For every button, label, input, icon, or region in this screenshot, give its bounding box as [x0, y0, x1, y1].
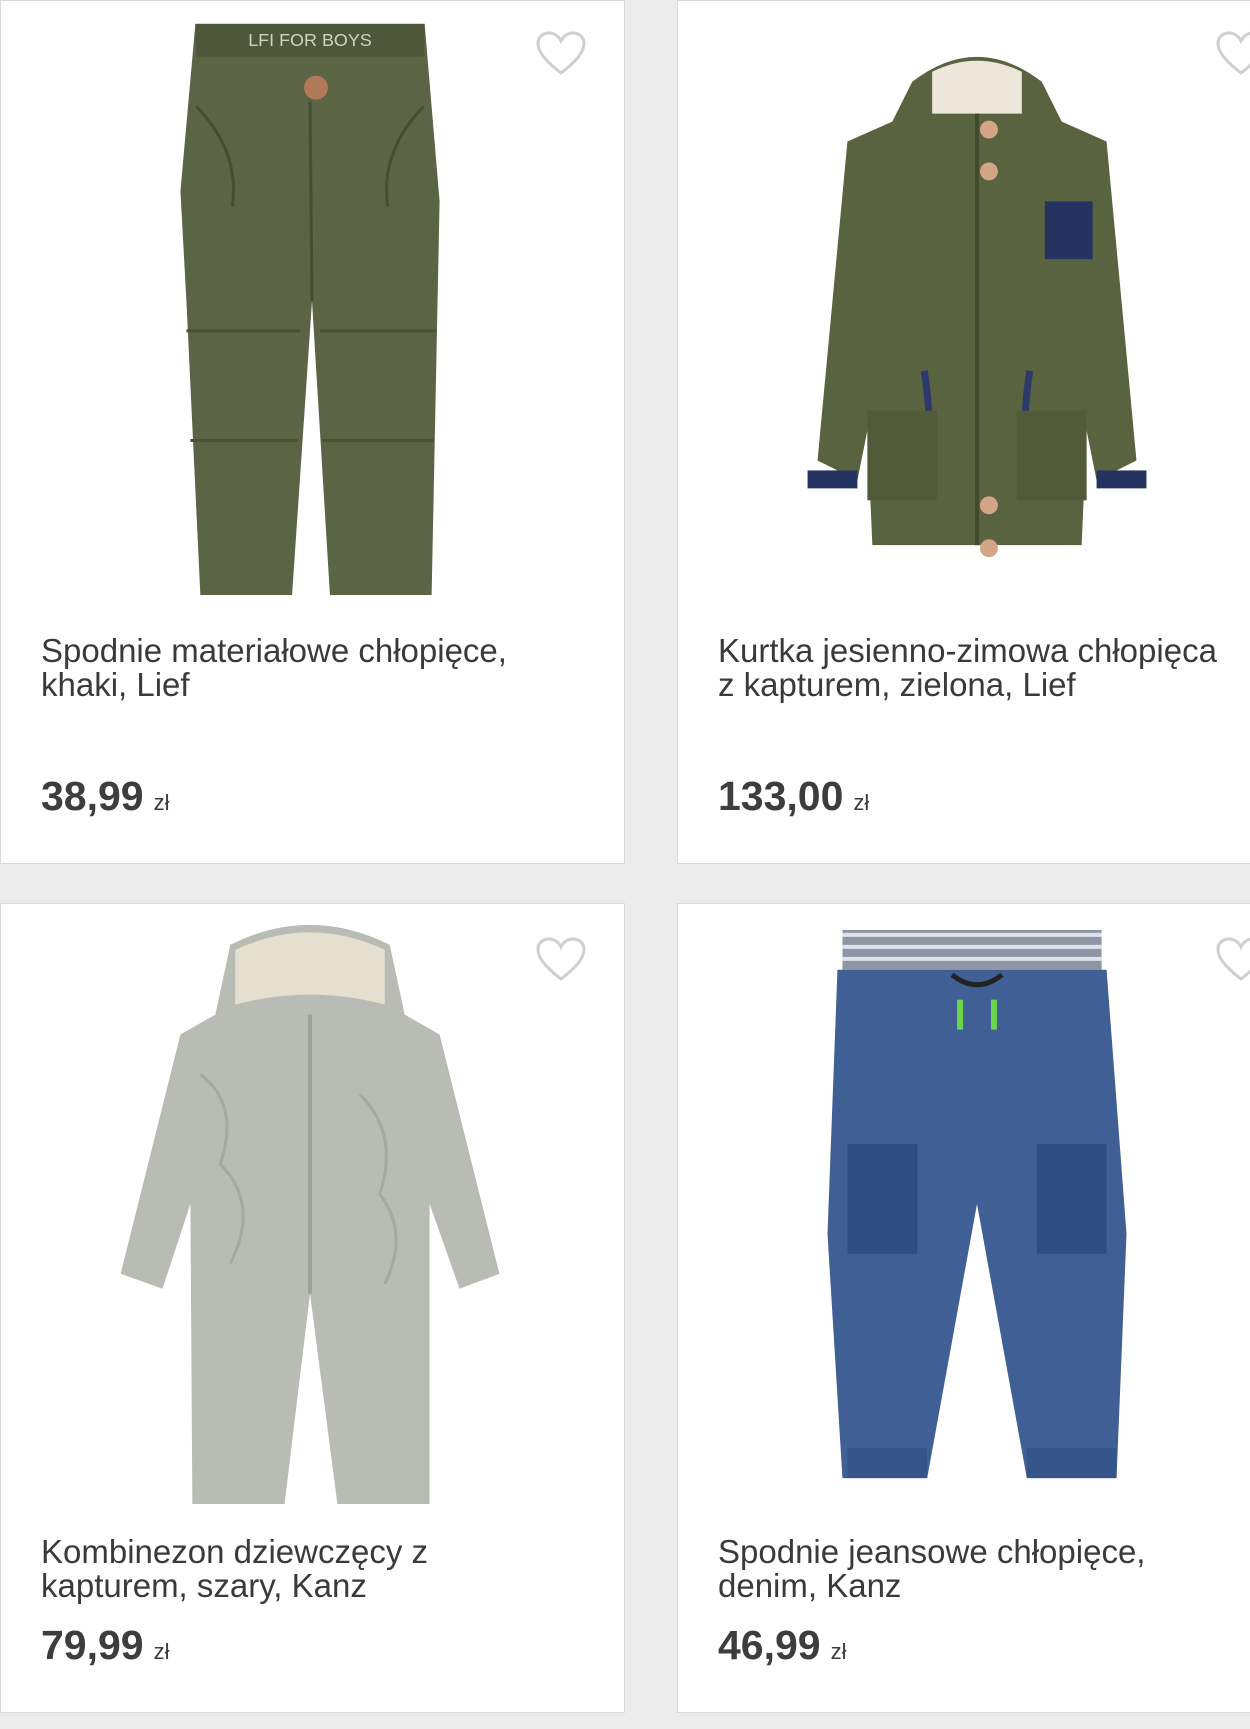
product-title-line: z kapturem, zielona, Lief [718, 666, 1076, 703]
product-title[interactable]: Kombinezon dziewczęcy z kapturem, szary,… [41, 1535, 614, 1603]
grey-hooded-jumpsuit-image[interactable] [1, 904, 624, 1504]
product-price: 133,00 zł [718, 773, 869, 820]
product-price: 46,99 zł [718, 1622, 847, 1669]
product-card[interactable]: Kurtka jesienno-zimowa chłopięca z kaptu… [677, 0, 1250, 864]
heart-outline-icon[interactable] [1215, 937, 1250, 983]
product-title[interactable]: Kurtka jesienno-zimowa chłopięca z kaptu… [718, 634, 1250, 702]
price-currency: zł [853, 790, 870, 815]
product-price: 38,99 zł [41, 773, 170, 820]
product-card[interactable]: LFI FOR BOYS Spodnie materiałowe chłopię… [0, 0, 625, 864]
product-title-line: Kurtka jesienno-zimowa chłopięca [718, 632, 1217, 669]
product-title-line: Spodnie jeansowe chłopięce, [718, 1533, 1146, 1570]
price-amount: 46,99 [718, 1622, 821, 1668]
price-currency: zł [153, 790, 170, 815]
product-title-line: denim, Kanz [718, 1567, 902, 1604]
product-card[interactable]: Kombinezon dziewczęcy z kapturem, szary,… [0, 903, 625, 1713]
denim-cargo-jeans-image[interactable] [678, 904, 1250, 1504]
product-card[interactable]: Spodnie jeansowe chłopięce, denim, Kanz … [677, 903, 1250, 1713]
product-title-line: khaki, Lief [41, 666, 190, 703]
product-title[interactable]: Spodnie jeansowe chłopięce, denim, Kanz [718, 1535, 1250, 1603]
product-title-line: kapturem, szary, Kanz [41, 1567, 367, 1604]
khaki-trousers-image[interactable]: LFI FOR BOYS [1, 1, 624, 601]
price-currency: zł [830, 1639, 847, 1664]
price-amount: 79,99 [41, 1622, 144, 1668]
green-parka-jacket-image[interactable] [678, 1, 1250, 601]
heart-outline-icon[interactable] [1215, 31, 1250, 77]
price-amount: 38,99 [41, 773, 144, 819]
heart-outline-icon[interactable] [535, 937, 587, 983]
product-title-line: Kombinezon dziewczęcy z [41, 1533, 429, 1570]
heart-outline-icon[interactable] [535, 31, 587, 77]
price-currency: zł [153, 1639, 170, 1664]
product-price: 79,99 zł [41, 1622, 170, 1669]
svg-text:LFI FOR BOYS: LFI FOR BOYS [248, 30, 372, 50]
product-title-line: Spodnie materiałowe chłopięce, [41, 632, 507, 669]
price-amount: 133,00 [718, 773, 844, 819]
product-title[interactable]: Spodnie materiałowe chłopięce, khaki, Li… [41, 634, 614, 702]
